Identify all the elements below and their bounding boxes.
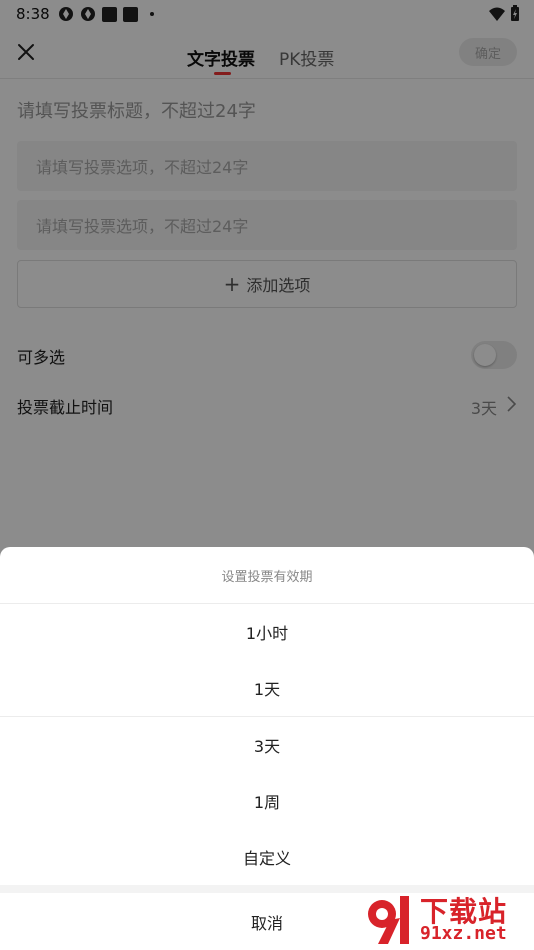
watermark-url: 91xz.net (420, 923, 507, 944)
option-3-days[interactable]: 3天 (0, 717, 534, 774)
option-1-day[interactable]: 1天 (0, 660, 534, 717)
option-custom[interactable]: 自定义 (0, 829, 534, 885)
watermark-logo-icon (368, 896, 409, 944)
option-1-week[interactable]: 1周 (0, 773, 534, 830)
option-1-hour[interactable]: 1小时 (0, 604, 534, 661)
site-watermark: 下载站 91xz.net (360, 890, 532, 948)
sheet-title: 设置投票有效期 (0, 547, 534, 604)
